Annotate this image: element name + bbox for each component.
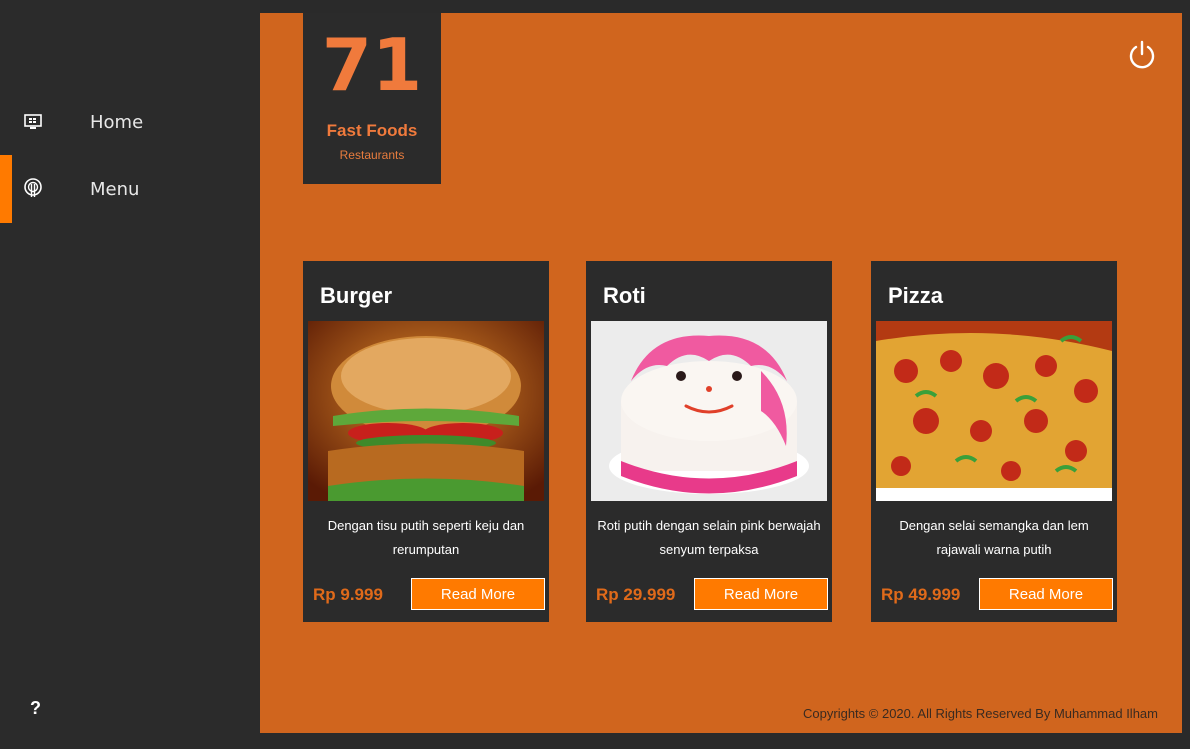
card-price: Rp 29.999	[596, 585, 676, 604]
read-more-button[interactable]: Read More	[694, 578, 828, 610]
card-description: Dengan selai semangka dan lem rajawali w…	[899, 518, 1089, 557]
pizza-image	[876, 321, 1112, 501]
card-description: Dengan tisu putih seperti keju dan rerum…	[327, 518, 525, 557]
card-price: Rp 49.999	[881, 585, 961, 604]
card-title: Burger	[320, 283, 393, 308]
sidebar-item-home[interactable]: Home	[0, 88, 260, 156]
cake-image	[591, 321, 827, 501]
read-more-button[interactable]: Read More	[411, 578, 545, 610]
food-card-pizza: Pizza Dengan selai semangka dan lem raja…	[871, 261, 1117, 622]
card-price: Rp 9.999	[313, 585, 383, 604]
stat-title: Fast Foods	[326, 121, 418, 140]
sidebar-item-label: Home	[90, 111, 144, 133]
restaurant-icon	[22, 178, 44, 200]
monitor-icon	[22, 111, 44, 133]
stat-subtitle: Restaurants	[339, 148, 405, 162]
card-description: Roti putih dengan selain pink berwajah s…	[597, 518, 821, 557]
power-icon[interactable]	[1126, 39, 1158, 71]
card-title: Pizza	[888, 283, 944, 308]
food-card-burger: Burger Dengan tisu putih seperti keju da…	[303, 261, 549, 622]
card-title: Roti	[603, 283, 646, 308]
help-button[interactable]: ?	[30, 698, 41, 719]
sidebar-item-menu[interactable]: Menu	[0, 155, 260, 223]
restaurant-count-card: 71 Fast Foods Restaurants	[303, 13, 441, 184]
food-card-roti: Roti Roti putih dengan selain pink berwa…	[586, 261, 832, 622]
sidebar: Home Menu ?	[0, 0, 260, 749]
main-panel: 71 Fast Foods Restaurants Burger Dengan …	[260, 13, 1182, 733]
active-indicator	[0, 155, 12, 223]
copyright-text: Copyrights © 2020. All Rights Reserved B…	[803, 706, 1158, 721]
burger-image	[308, 321, 544, 501]
read-more-button[interactable]: Read More	[979, 578, 1113, 610]
sidebar-item-label: Menu	[90, 178, 140, 200]
restaurant-count: 71	[321, 23, 423, 107]
